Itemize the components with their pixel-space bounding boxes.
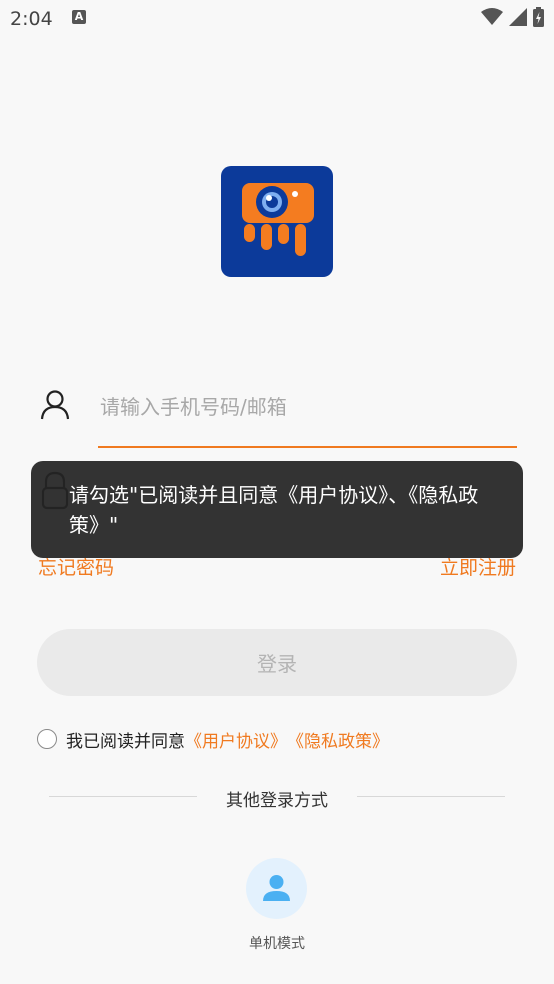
- toast: 请勾选"已阅读并且同意《用户协议》、《隐私政策》": [31, 461, 523, 558]
- user-icon: [40, 390, 70, 420]
- privacy-policy-link[interactable]: 《隐私政策》: [287, 727, 389, 752]
- account-input[interactable]: [98, 386, 520, 428]
- status-bar: 2:04 A: [0, 0, 554, 38]
- toast-message: 请勾选"已阅读并且同意《用户协议》、《隐私政策》": [69, 483, 479, 537]
- login-button[interactable]: 登录: [37, 629, 517, 696]
- offline-mode-label: 单机模式: [249, 936, 305, 952]
- agreement-radio[interactable]: [37, 729, 57, 749]
- camera-logo-icon: [242, 183, 314, 256]
- signal-icon: [509, 8, 527, 26]
- agreement-text: 我已阅读并同意: [66, 731, 185, 752]
- account-field: [38, 380, 520, 448]
- battery-icon: [533, 7, 544, 27]
- agreement-row: 我已阅读并同意 《用户协议》 《隐私政策》: [37, 727, 389, 752]
- other-login-title: 其他登录方式: [226, 791, 328, 811]
- status-time: 2:04: [10, 8, 53, 30]
- notification-a-icon: A: [72, 10, 86, 24]
- status-icons: [481, 7, 544, 27]
- person-icon: [263, 875, 290, 901]
- account-input-underline: [98, 446, 517, 448]
- offline-mode-button[interactable]: [246, 858, 307, 919]
- user-agreement-link[interactable]: 《用户协议》: [185, 727, 287, 752]
- app-logo: [221, 166, 333, 277]
- wifi-icon: [481, 8, 503, 25]
